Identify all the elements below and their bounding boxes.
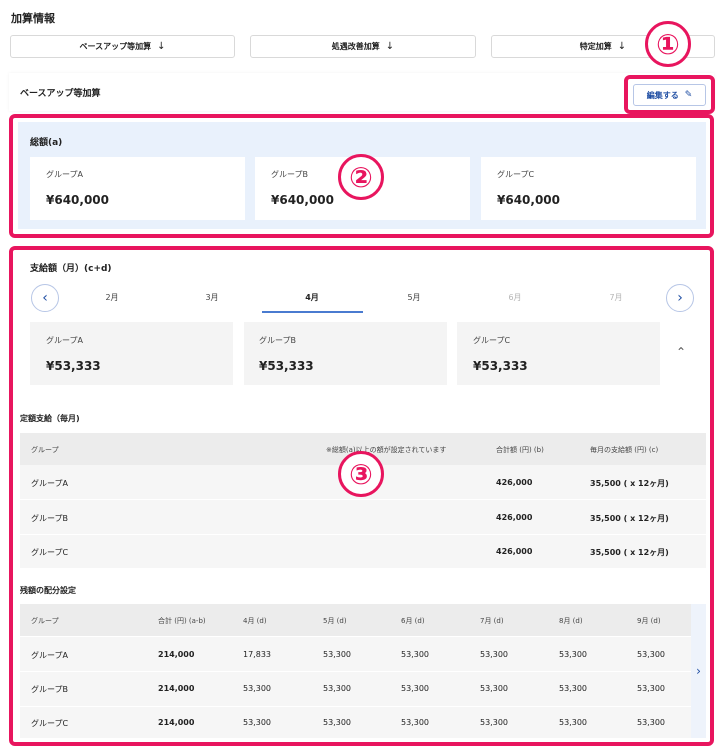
- arrow-down-icon: ↓: [385, 41, 395, 52]
- arrow-down-icon: ↓: [157, 41, 166, 52]
- tab-label: 特定加算: [579, 42, 612, 51]
- tab-label: ベースアップ等加算: [79, 42, 152, 51]
- tab-treatment-improvement[interactable]: 処遇改善加算 ↓: [250, 35, 476, 58]
- callout-1: ①: [645, 21, 691, 67]
- page-title: 加算情報: [11, 12, 55, 25]
- arrow-down-icon: ↓: [617, 41, 627, 52]
- tab-base-up[interactable]: ベースアップ等加算 ↓: [10, 35, 235, 58]
- section-header: [9, 73, 714, 111]
- callout-2: ②: [338, 154, 384, 200]
- highlight-box-1: [624, 75, 715, 114]
- callout-3: ③: [338, 451, 384, 497]
- section-title: ベースアップ等加算: [20, 89, 101, 99]
- tab-label: 処遇改善加算: [331, 42, 380, 51]
